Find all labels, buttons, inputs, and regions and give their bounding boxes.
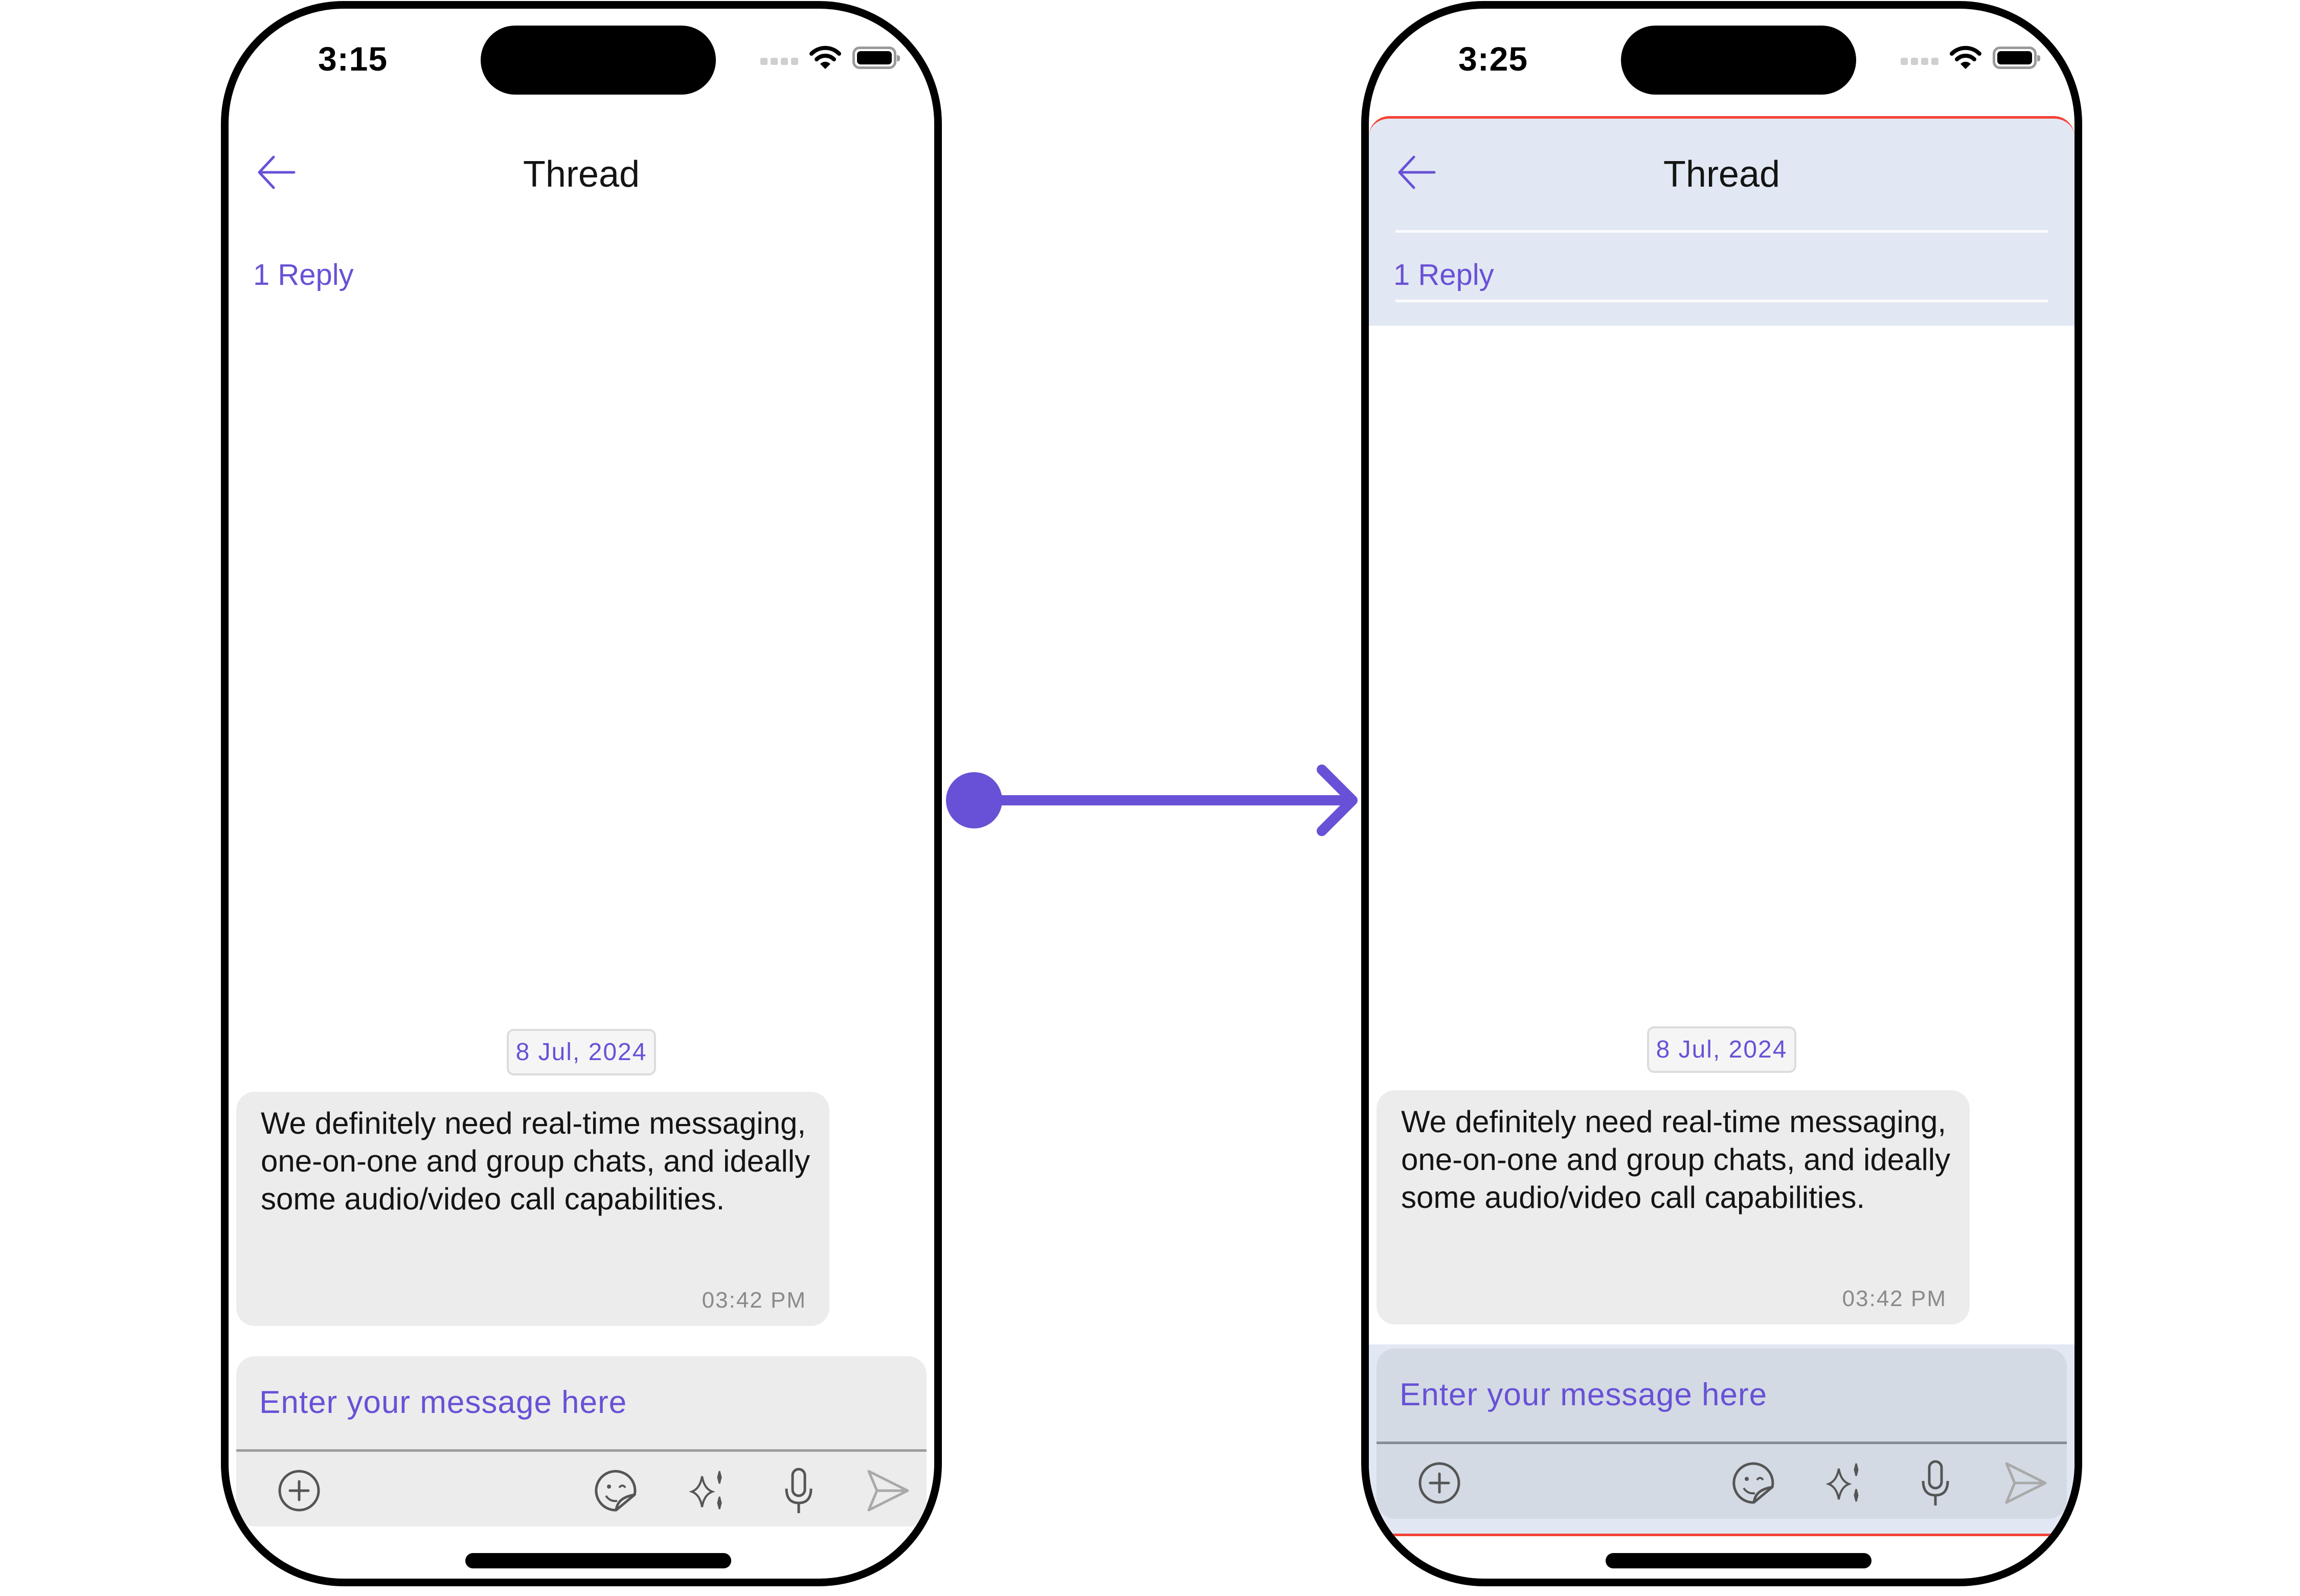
add-attachment-icon[interactable] [275, 1466, 324, 1515]
message-composer [236, 1356, 927, 1526]
date-label: 8 Jul, 2024 [1647, 1026, 1797, 1073]
message-bubble[interactable]: We definitely need real-time messaging, … [1377, 1090, 1970, 1324]
header-divider [1395, 230, 2048, 233]
message-input[interactable] [1400, 1377, 1911, 1413]
add-attachment-icon[interactable] [1415, 1458, 1464, 1508]
cellular-signal-icon [1901, 58, 1938, 65]
status-icons [760, 46, 900, 70]
sticker-icon[interactable] [1729, 1458, 1778, 1508]
status-time: 3:15 [318, 40, 388, 78]
send-icon[interactable] [2000, 1458, 2049, 1508]
date-label: 8 Jul, 2024 [506, 1029, 657, 1075]
home-indicator [1606, 1553, 1871, 1568]
status-time: 3:25 [1458, 40, 1528, 78]
wifi-icon [1950, 46, 1981, 69]
message-text: We definitely need real-time messaging, … [261, 1106, 810, 1216]
thread-header-styled: Thread 1 Reply [1369, 116, 2074, 326]
home-indicator [465, 1553, 731, 1568]
phone-before: 3:15 Thread 1 Reply 8 Jul, 2024 We defin… [221, 1, 942, 1586]
status-icons [1901, 46, 2040, 70]
date-separator: 8 Jul, 2024 [1369, 1026, 2074, 1073]
battery-icon [852, 47, 900, 69]
composer-divider [1377, 1442, 2067, 1444]
composer-zone-styled [1369, 1344, 2074, 1536]
ai-sparkle-icon[interactable] [1820, 1458, 1869, 1508]
microphone-icon[interactable] [774, 1466, 823, 1515]
sticker-icon[interactable] [592, 1466, 641, 1515]
message-input[interactable] [259, 1384, 771, 1421]
composer-divider [236, 1449, 927, 1452]
transition-arrow-icon [946, 765, 1358, 836]
wifi-icon [809, 46, 841, 69]
page-title: Thread [523, 154, 640, 195]
send-icon[interactable] [863, 1466, 912, 1515]
message-bubble[interactable]: We definitely need real-time messaging, … [236, 1092, 829, 1326]
message-time: 03:42 PM [1842, 1286, 1947, 1311]
dynamic-island [481, 26, 716, 95]
battery-icon [1993, 47, 2040, 69]
cellular-signal-icon [760, 58, 798, 65]
composer-zone [229, 1347, 934, 1526]
reply-count[interactable]: 1 Reply [1393, 258, 1494, 292]
message-text: We definitely need real-time messaging, … [1401, 1105, 1951, 1215]
message-time: 03:42 PM [702, 1288, 806, 1313]
dynamic-island [1621, 26, 1856, 95]
date-separator: 8 Jul, 2024 [229, 1029, 934, 1075]
reply-divider [1395, 300, 2048, 302]
thread-header: Thread 1 Reply [229, 108, 934, 326]
page-title: Thread [1663, 154, 1780, 195]
ai-sparkle-icon[interactable] [684, 1466, 733, 1515]
reply-count[interactable]: 1 Reply [253, 258, 354, 292]
microphone-icon[interactable] [1911, 1458, 1960, 1508]
message-composer [1377, 1348, 2067, 1519]
phone-after: 3:25 Thread 1 Reply 8 Jul, 2024 We defin… [1361, 1, 2082, 1586]
